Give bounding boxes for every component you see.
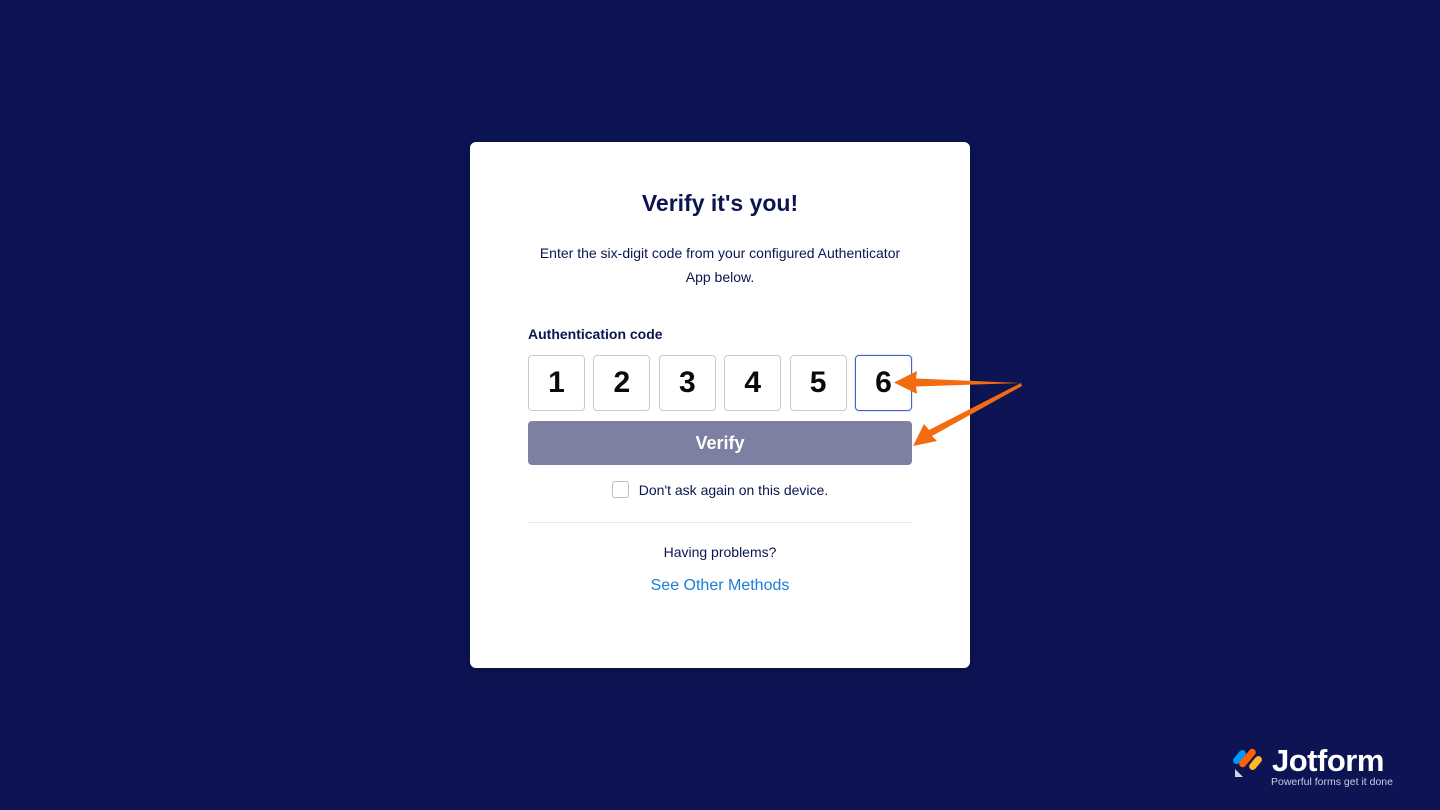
code-digit-4-input[interactable]: 4	[724, 355, 782, 411]
code-digit-5-input[interactable]: 5	[789, 355, 847, 411]
code-digit-3-input[interactable]: 3	[658, 355, 716, 411]
code-inputs: 1 2 3 4 5 6	[528, 355, 912, 411]
brand-name: Jotform	[1272, 743, 1384, 778]
see-other-methods-link[interactable]: See Other Methods	[470, 577, 970, 595]
remember-device-label[interactable]: Don't ask again on this device.	[639, 482, 828, 498]
jotform-logo: Jotform Powerful forms get it done	[1232, 743, 1412, 793]
remember-device-checkbox[interactable]	[611, 481, 629, 498]
dialog-title: Verify it's you!	[641, 190, 799, 216]
code-digit-2-input[interactable]: 2	[593, 355, 651, 411]
verify-button[interactable]: Verify	[528, 421, 912, 465]
jotform-logo-icon	[1233, 748, 1262, 777]
page: Verify it's you! Enter the six-digit cod…	[0, 0, 1440, 810]
code-digit-6-input[interactable]: 6	[854, 355, 912, 411]
code-digit-1-input[interactable]: 1	[528, 355, 585, 411]
dialog-subtitle: Enter the six-digit code from your confi…	[539, 245, 901, 285]
remember-device-row: Don't ask again on this device.	[470, 481, 970, 498]
divider	[528, 522, 912, 523]
brand-tagline: Powerful forms get it done	[1271, 776, 1393, 788]
problems-text: Having problems?	[663, 544, 777, 560]
code-label: Authentication code	[528, 326, 663, 342]
verify-dialog: Verify it's you! Enter the six-digit cod…	[470, 142, 970, 668]
